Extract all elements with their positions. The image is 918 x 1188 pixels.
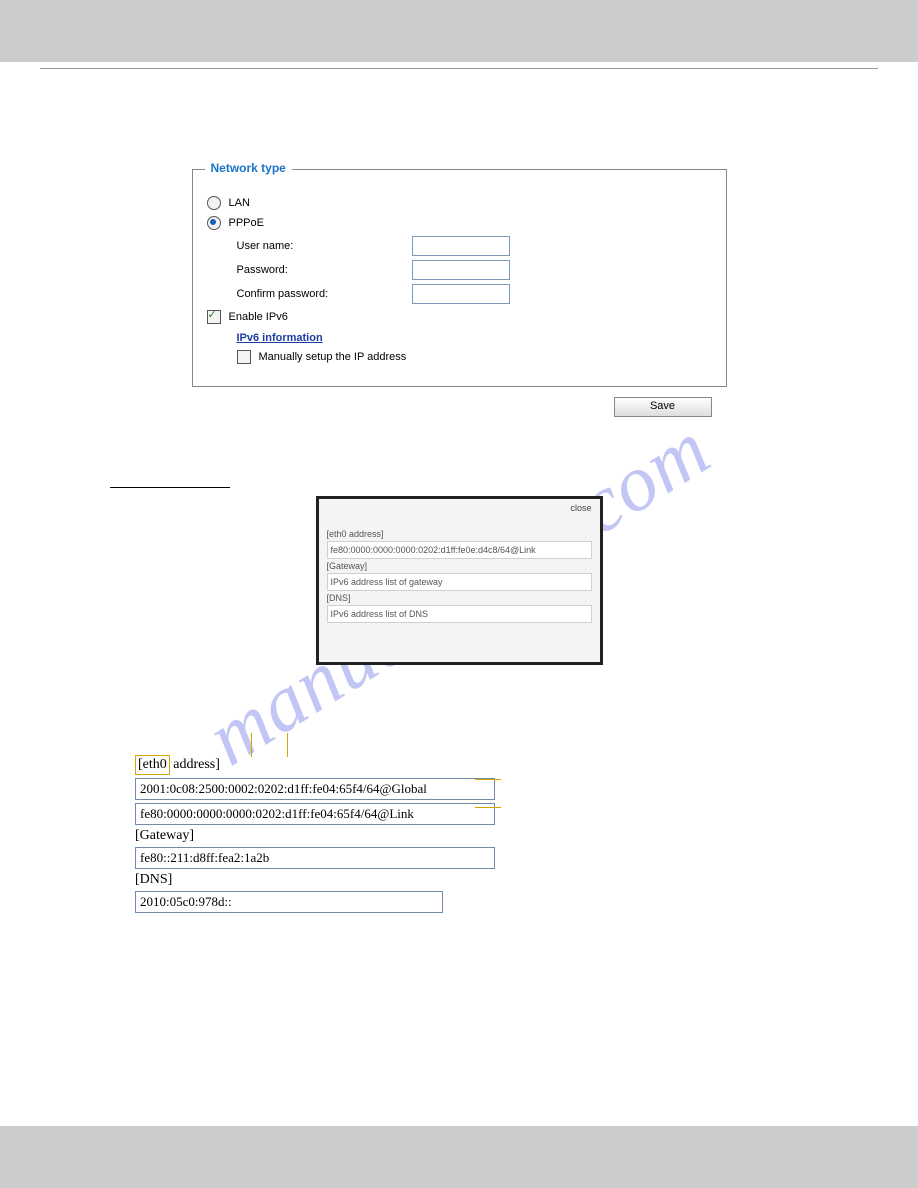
ip-global-address: 2001:0c08:2500:0002:0202:d1ff:fe04:65f4/… (135, 778, 495, 800)
password-label: Password: (237, 264, 412, 276)
gateway-value: fe80::211:d8ff:fea2:1a2b (135, 847, 495, 869)
manual-ip-row[interactable]: Manually setup the IP address (237, 350, 712, 364)
ipv6-info-popup: close [eth0 address] fe80:0000:0000:0000… (316, 496, 603, 665)
popup-gateway-label: [Gateway] (327, 559, 592, 573)
save-button[interactable]: Save (614, 397, 712, 417)
popup-dns-label: [DNS] (327, 591, 592, 605)
eth0-highlight: [eth0 (135, 755, 170, 775)
network-type-fieldset: Network type LAN PPPoE User name: Passwo… (192, 169, 727, 387)
callout-line (287, 733, 288, 757)
manual-ip-label: Manually setup the IP address (259, 351, 407, 363)
popup-eth0-value: fe80:0000:0000:0000:0202:d1ff:fe0e:d4c8/… (327, 541, 592, 559)
popup-eth0-label: [eth0 address] (327, 527, 592, 541)
checkbox-icon[interactable] (207, 310, 221, 324)
username-input[interactable] (412, 236, 510, 256)
confirm-password-input[interactable] (412, 284, 510, 304)
confirm-password-label: Confirm password: (237, 288, 412, 300)
gateway-header: [Gateway] (135, 828, 495, 844)
password-input[interactable] (412, 260, 510, 280)
callout-line (475, 779, 501, 780)
callout-line (251, 733, 252, 757)
enable-ipv6[interactable]: Enable IPv6 (207, 310, 712, 324)
popup-gateway-value: IPv6 address list of gateway (327, 573, 592, 591)
fieldset-legend: Network type (205, 161, 292, 175)
ip-link-address: fe80:0000:0000:0000:0202:d1ff:fe04:65f4/… (135, 803, 495, 825)
option-pppoe-label: PPPoE (229, 217, 264, 229)
option-lan-label: LAN (229, 197, 250, 209)
option-lan[interactable]: LAN (207, 196, 712, 210)
radio-icon[interactable] (207, 196, 221, 210)
ip-detail-section: [eth0 address] 2001:0c08:2500:0002:0202:… (135, 755, 495, 913)
username-label: User name: (237, 240, 412, 252)
enable-ipv6-label: Enable IPv6 (229, 311, 288, 323)
eth0-header: [eth0 address] (135, 755, 495, 775)
dns-value: 2010:05c0:978d:: (135, 891, 443, 913)
footer-bar (0, 1126, 918, 1188)
callout-line (475, 807, 501, 808)
section-underline (110, 487, 230, 488)
radio-icon[interactable] (207, 216, 221, 230)
popup-dns-value: IPv6 address list of DNS (327, 605, 592, 623)
dns-header: [DNS] (135, 872, 495, 888)
close-link[interactable]: close (570, 503, 591, 513)
header-bar (0, 0, 918, 62)
option-pppoe[interactable]: PPPoE (207, 216, 712, 230)
checkbox-icon[interactable] (237, 350, 251, 364)
ipv6-information-link[interactable]: IPv6 information (237, 332, 323, 344)
